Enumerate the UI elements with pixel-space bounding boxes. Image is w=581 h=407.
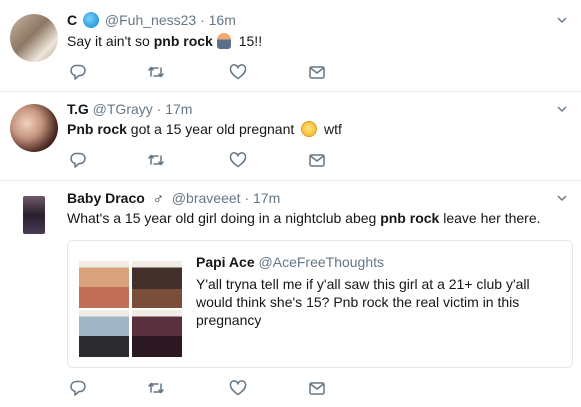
chevron-down-icon[interactable] bbox=[557, 104, 567, 114]
tweet-text: Pnb rock got a 15 year old pregnant wtf bbox=[67, 121, 342, 137]
avatar[interactable] bbox=[23, 196, 45, 234]
timestamp[interactable]: 17m bbox=[165, 101, 192, 117]
tweet-text: What's a 15 year old girl doing in a nig… bbox=[67, 210, 541, 226]
tweet-text: Say it ain't so pnb rock 15!! bbox=[67, 33, 262, 49]
hashtag-bold: pnb rock bbox=[153, 33, 213, 49]
retweet-icon[interactable] bbox=[147, 63, 165, 81]
user-name[interactable]: C bbox=[67, 12, 77, 28]
hashtag-bold: Pnb rock bbox=[67, 121, 127, 137]
reply-icon[interactable] bbox=[69, 379, 87, 397]
chevron-down-icon[interactable] bbox=[557, 15, 567, 25]
user-handle[interactable]: @braveeet bbox=[172, 190, 241, 206]
envelope-icon[interactable] bbox=[308, 151, 326, 169]
tweet[interactable]: C @Fuh_ness23 · 16m Say it ain't so pnb … bbox=[0, 0, 581, 92]
separator: · bbox=[244, 190, 250, 206]
envelope-icon[interactable] bbox=[308, 63, 326, 81]
avatar[interactable] bbox=[10, 14, 58, 62]
text-segment: leave her there. bbox=[439, 210, 541, 226]
tweet-header: Baby Draco ♂ @braveeet · 17m bbox=[67, 190, 280, 208]
quoted-header: Papi Ace @AceFreeThoughts bbox=[196, 254, 384, 270]
retweet-icon[interactable] bbox=[147, 379, 165, 397]
tweet-header: C @Fuh_ness23 · 16m bbox=[67, 12, 236, 28]
reply-icon[interactable] bbox=[69, 63, 87, 81]
quoted-image[interactable] bbox=[132, 261, 182, 308]
quoted-user-name[interactable]: Papi Ace bbox=[196, 254, 255, 270]
heart-icon[interactable] bbox=[229, 379, 247, 397]
wave-emoji-icon bbox=[83, 12, 100, 28]
separator: · bbox=[200, 12, 205, 28]
quoted-image[interactable] bbox=[79, 261, 129, 308]
avatar[interactable] bbox=[10, 104, 58, 152]
timestamp[interactable]: 17m bbox=[253, 190, 280, 206]
user-handle[interactable]: @Fuh_ness23 bbox=[105, 12, 196, 28]
quoted-user-handle[interactable]: @AceFreeThoughts bbox=[259, 254, 385, 270]
text-segment: wtf bbox=[320, 121, 342, 137]
chevron-down-icon[interactable] bbox=[557, 193, 567, 203]
tweet-header: T.G @TGrayy · 17m bbox=[67, 101, 192, 117]
tweet[interactable]: T.G @TGrayy · 17m Pnb rock got a 15 year… bbox=[0, 92, 581, 181]
user-name[interactable]: Baby Draco bbox=[67, 190, 145, 206]
envelope-icon[interactable] bbox=[308, 379, 326, 397]
text-segment: got a 15 year old pregnant bbox=[126, 121, 299, 137]
reply-icon[interactable] bbox=[69, 151, 87, 169]
separator: · bbox=[156, 101, 162, 117]
quoted-media-grid[interactable] bbox=[79, 261, 182, 357]
heart-icon[interactable] bbox=[229, 63, 247, 81]
user-name[interactable]: T.G bbox=[67, 101, 89, 117]
hashtag-bold: pnb rock bbox=[380, 210, 440, 226]
quoted-text: Y'all tryna tell me if y'all saw this gi… bbox=[196, 276, 530, 328]
dancer-emoji-icon: ♂ bbox=[152, 191, 164, 208]
text-segment: 15!! bbox=[234, 33, 263, 49]
quoted-image[interactable] bbox=[132, 310, 182, 357]
flushed-face-emoji-icon bbox=[301, 121, 318, 137]
retweet-icon[interactable] bbox=[147, 151, 165, 169]
heart-icon[interactable] bbox=[229, 151, 247, 169]
quoted-image[interactable] bbox=[79, 310, 129, 357]
person-emoji-icon bbox=[216, 33, 231, 49]
timestamp[interactable]: 16m bbox=[209, 12, 236, 28]
text-segment: What's a 15 year old girl doing in a nig… bbox=[67, 210, 381, 226]
text-segment: Say it ain't so bbox=[67, 33, 154, 49]
user-handle[interactable]: @TGrayy bbox=[93, 101, 153, 117]
quoted-tweet[interactable]: Papi Ace @AceFreeThoughts Y'all tryna te… bbox=[67, 240, 573, 368]
